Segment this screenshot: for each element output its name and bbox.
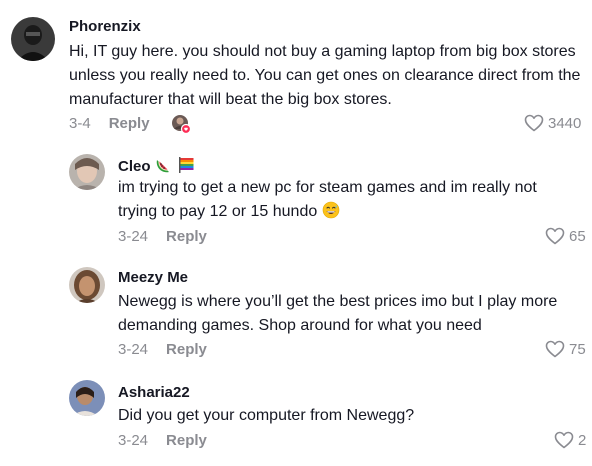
- username[interactable]: Asharia22: [118, 384, 190, 401]
- reply-button[interactable]: Reply: [166, 228, 207, 245]
- creator-liked-icon: [171, 114, 192, 135]
- like-count: 2: [578, 431, 587, 449]
- comment-date: 3-24: [118, 341, 149, 358]
- comment-meta: 3-4 Reply: [69, 115, 150, 132]
- comment-meta: 3-24 Reply: [118, 432, 207, 449]
- reply-button[interactable]: Reply: [109, 115, 150, 132]
- like-count: 3440: [548, 114, 582, 132]
- avatar[interactable]: [69, 380, 105, 416]
- username[interactable]: Phorenzix: [69, 18, 141, 35]
- comment-text-line: manufacturer that will beat the big box …: [69, 91, 392, 108]
- watermelon-emoji: [155, 156, 173, 178]
- comment-text-line: im trying to get a new pc for steam game…: [118, 179, 537, 196]
- grinning-sweat-emoji: [322, 201, 340, 227]
- comment-meta: 3-24 Reply: [118, 228, 207, 245]
- like-button[interactable]: 2: [554, 431, 586, 449]
- comment-meta: 3-24 Reply: [118, 341, 207, 358]
- heart-outline-icon: [524, 114, 544, 132]
- comment-text-line: Hi, IT guy here. you should not buy a ga…: [69, 43, 576, 60]
- reply-button[interactable]: Reply: [166, 341, 207, 358]
- reply-button[interactable]: Reply: [166, 432, 207, 449]
- comment-text-line: unless you really need to. You can get o…: [69, 67, 581, 84]
- comment-date: 3-24: [118, 432, 149, 449]
- rainbow-flag-emoji: [177, 156, 195, 178]
- username-text: Cleo: [118, 158, 151, 175]
- like-count: 65: [569, 227, 586, 245]
- comment-date: 3-24: [118, 228, 149, 245]
- comment-date: 3-4: [69, 115, 91, 132]
- heart-outline-icon: [554, 431, 574, 449]
- avatar[interactable]: [11, 17, 55, 61]
- comment-text-line: demanding games. Shop around for what yo…: [118, 317, 482, 334]
- like-button[interactable]: 75: [545, 340, 586, 358]
- avatar[interactable]: [69, 267, 105, 303]
- username[interactable]: Cleo: [118, 156, 195, 178]
- comment-text-line: Newegg is where you’ll get the best pric…: [118, 293, 558, 310]
- like-button[interactable]: 3440: [524, 114, 581, 132]
- comment-text-segment: trying to pay 12 or 15 hundo: [118, 203, 318, 220]
- heart-outline-icon: [545, 340, 565, 358]
- username[interactable]: Meezy Me: [118, 269, 188, 286]
- avatar[interactable]: [69, 154, 105, 190]
- heart-outline-icon: [545, 227, 565, 245]
- comment-text-line: Did you get your computer from Newegg?: [118, 407, 415, 424]
- like-button[interactable]: 65: [545, 227, 586, 245]
- like-count: 75: [569, 340, 586, 358]
- comment-text-line: trying to pay 12 or 15 hundo: [118, 200, 340, 227]
